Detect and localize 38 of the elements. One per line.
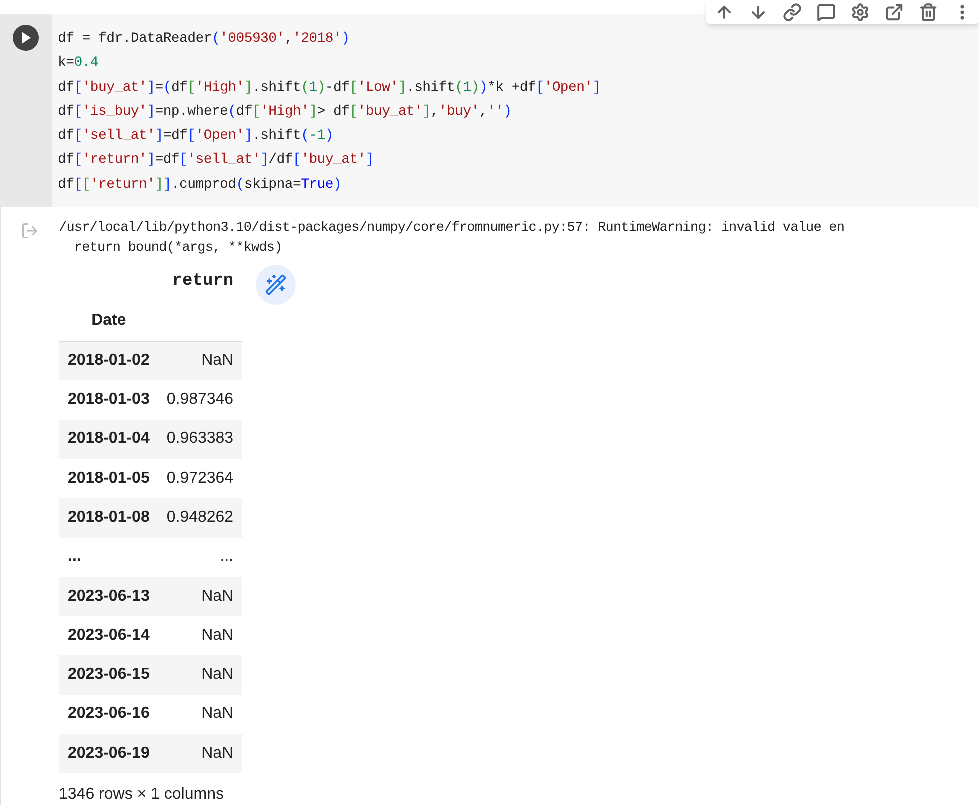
magic-wand-button[interactable]: [256, 265, 296, 306]
table-cell: NaN: [158, 734, 242, 774]
index-cell: 2018-01-08: [59, 498, 159, 538]
index-cell: 2023-06-14: [59, 616, 159, 656]
table-cell: NaN: [158, 576, 242, 616]
magic-wand-icon: [264, 274, 287, 296]
index-cell: ...: [59, 538, 159, 577]
index-cell: 2023-06-16: [59, 694, 159, 734]
code-line: df['sell_at']=df['Open'].shift(-1): [58, 127, 335, 146]
column-header: return: [171, 271, 235, 294]
code-line: df['buy_at']=(df['High'].shift(1)-df['Low'].shift(1))*k +df['Open']: [58, 78, 601, 98]
index-cell: 2018-01-05: [59, 458, 159, 498]
index-name: Date: [59, 301, 159, 342]
table-cell: NaN: [158, 655, 242, 695]
warning-text: return bound(*args, **kwds): [73, 240, 282, 258]
index-cell: 2023-06-15: [59, 655, 159, 695]
index-cell: 2023-06-13: [59, 576, 159, 616]
table-cell: NaN: [158, 694, 242, 734]
table-summary: 1346 rows × 1 columns: [59, 785, 224, 805]
table-cell: 0.972364: [158, 458, 242, 498]
index-cell: 2018-01-04: [59, 420, 159, 459]
code-line: df['return']=df['sell_at']/df['buy_at']: [58, 151, 376, 170]
table-cell: 0.963383: [158, 420, 242, 459]
play-icon: [21, 32, 31, 44]
code-line: df = fdr.DataReader('005930','2018'): [58, 30, 351, 49]
table-cell: NaN: [158, 341, 242, 380]
table-cell-text: 0.987346: [166, 390, 235, 410]
index-cell: 2023-06-19: [59, 734, 159, 774]
table-cell: ...: [158, 538, 242, 577]
warning-text: /usr/local/lib/python3.10/dist-packages/numpy/core/fromnumeric.py:57: RuntimeWarning: invalid value en: [59, 220, 845, 238]
index-cell: 2018-01-02: [59, 341, 159, 380]
code-line: df[['return']].cumprod(skipna=True): [58, 176, 343, 195]
code-line: k=0.4: [58, 54, 100, 74]
run-button[interactable]: [13, 25, 39, 51]
code-line: df['is_buy']=np.where(df['High']> df['buy_at'],'buy',''): [58, 102, 513, 122]
table-cell: 0.948262: [158, 498, 242, 538]
index-cell-text: 2018-01-03: [67, 390, 151, 410]
table-cell: NaN: [158, 616, 242, 656]
